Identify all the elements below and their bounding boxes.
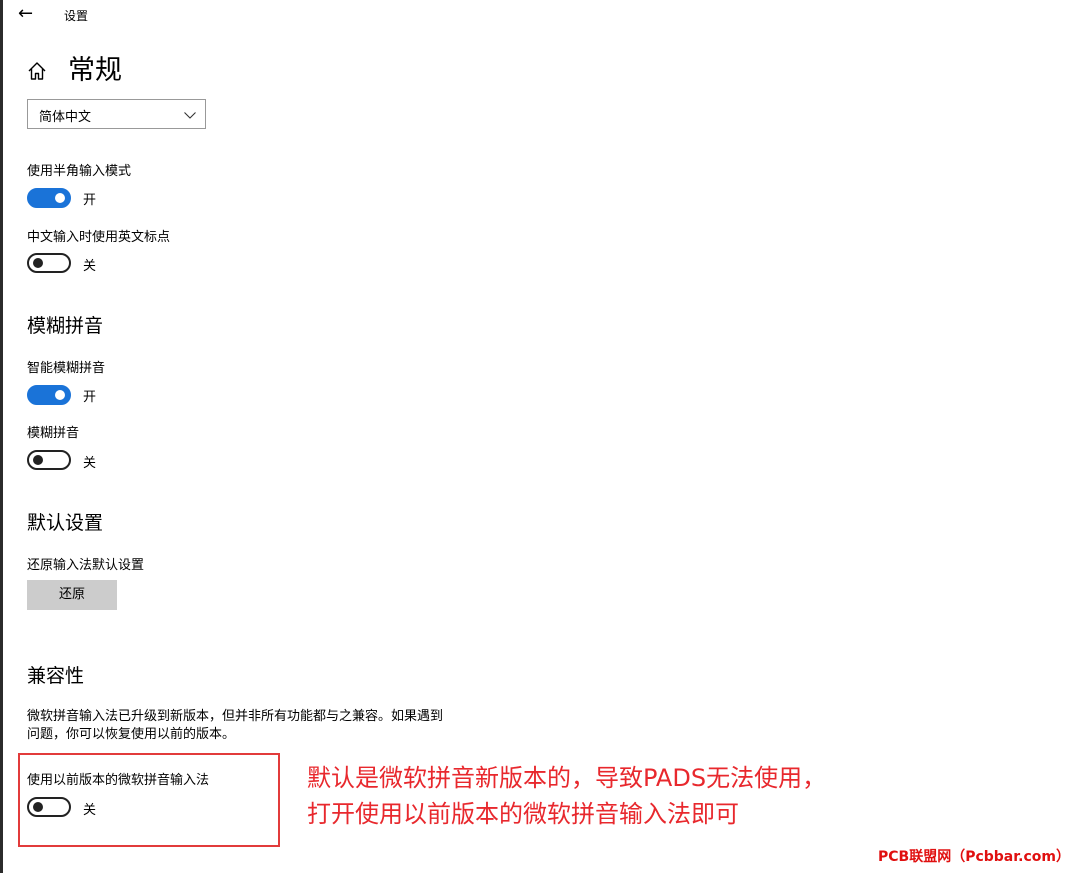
page-title: 常规 [68,55,122,86]
highlight-box [18,753,280,847]
toggle-knob [55,390,65,400]
language-dropdown[interactable]: 简体中文 [27,99,206,129]
defaults-section-heading: 默认设置 [27,512,104,534]
english-punct-toggle[interactable] [27,253,71,273]
fuzzy-section-heading: 模糊拼音 [27,315,104,337]
language-dropdown-value: 简体中文 [39,110,92,125]
annotation-line-2: 打开使用以前版本的微软拼音输入法即可 [307,800,739,828]
compat-section-heading: 兼容性 [27,665,85,687]
compat-description: 微软拼音输入法已升级到新版本，但并非所有功能都与之兼容。如果遇到 问题，你可以恢… [27,708,497,744]
half-width-state: 开 [83,193,97,208]
annotation-text: 默认是微软拼音新版本的，导致PADS无法使用， 打开使用以前版本的微软拼音输入法… [307,760,907,832]
restore-button[interactable]: 还原 [27,580,117,610]
home-icon [28,62,46,80]
toggle-knob [55,193,65,203]
annotation-line-1: 默认是微软拼音新版本的，导致PADS无法使用， [307,764,827,792]
chevron-down-icon [184,112,196,119]
back-arrow-icon[interactable]: ← [18,3,33,25]
compat-description-line-2: 问题，你可以恢复使用以前的版本。 [27,727,236,742]
half-width-toggle[interactable] [27,188,71,208]
compat-description-line-1: 微软拼音输入法已升级到新版本，但并非所有功能都与之兼容。如果遇到 [27,709,444,724]
smart-fuzzy-toggle[interactable] [27,385,71,405]
fuzzy-pinyin-state: 关 [83,456,97,471]
toggle-knob [33,258,43,268]
toggle-knob [33,455,43,465]
watermark: PCB联盟网（Pcbbar.com） [878,849,1070,865]
english-punct-label: 中文输入时使用英文标点 [27,230,171,245]
app-title: 设置 [64,9,89,23]
english-punct-state: 关 [83,259,97,274]
fuzzy-pinyin-label: 模糊拼音 [27,426,80,441]
half-width-label: 使用半角输入模式 [27,164,132,179]
fuzzy-pinyin-toggle[interactable] [27,450,71,470]
window-left-edge [0,0,3,873]
smart-fuzzy-label: 智能模糊拼音 [27,361,106,376]
smart-fuzzy-state: 开 [83,390,97,405]
restore-defaults-label: 还原输入法默认设置 [27,558,145,573]
